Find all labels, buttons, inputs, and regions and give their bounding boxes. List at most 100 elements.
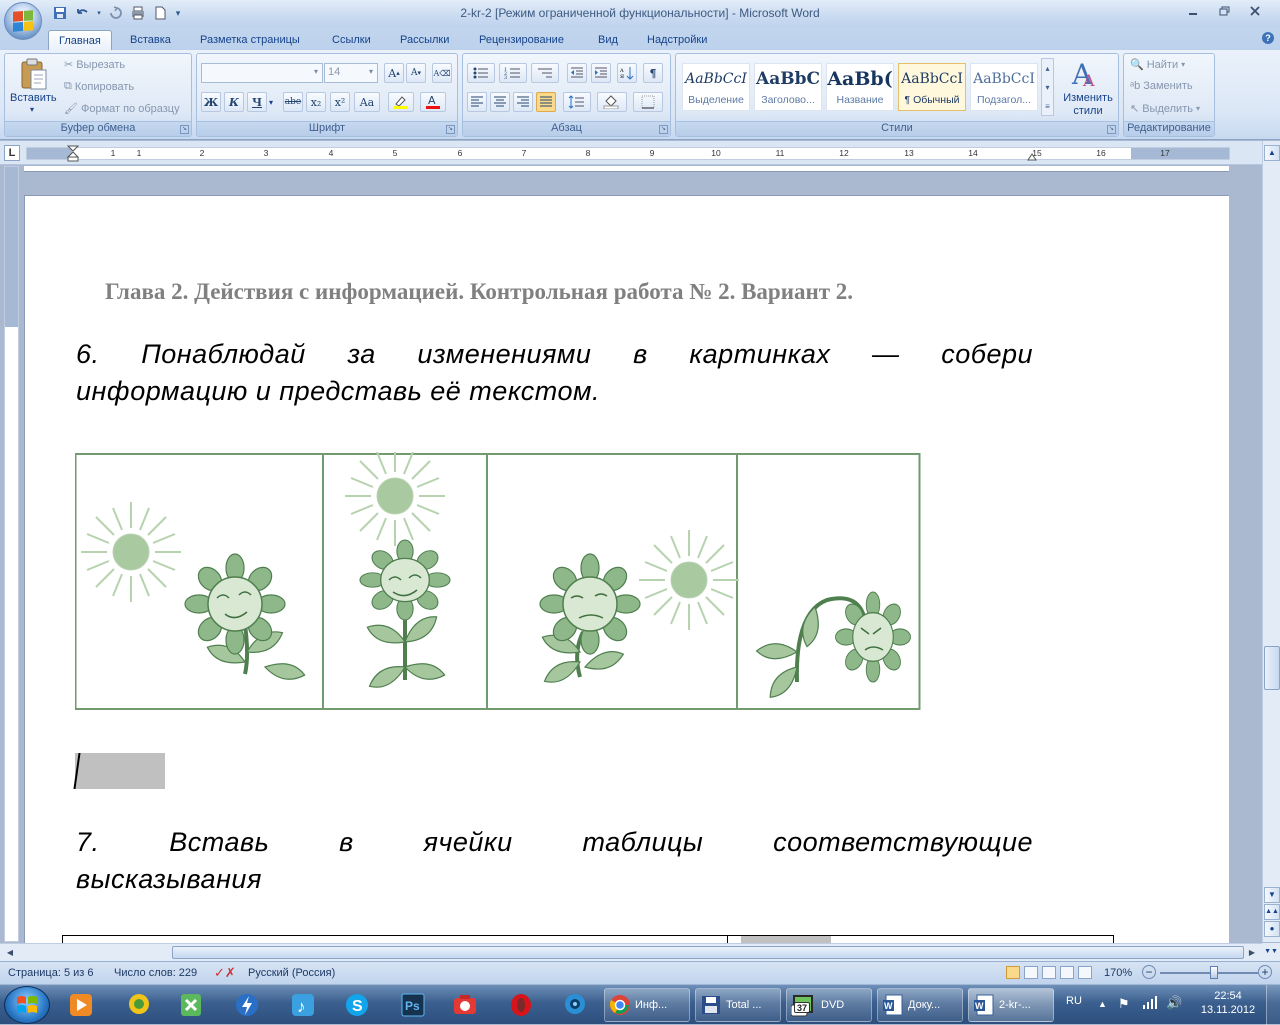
print-layout-view-icon[interactable]: [1006, 966, 1020, 979]
zoom-out-icon[interactable]: −: [1142, 965, 1156, 979]
scroll-up-icon[interactable]: ▲: [1264, 145, 1280, 161]
close-button[interactable]: [1240, 2, 1270, 20]
show-formatting-marks-icon[interactable]: ¶: [643, 63, 663, 83]
language-indicator[interactable]: Русский (Россия): [248, 967, 335, 979]
clock[interactable]: 22:54 13.11.2012: [1198, 989, 1258, 1017]
change-styles-button[interactable]: A A Изменить стили: [1058, 56, 1116, 120]
style-subtitle[interactable]: AaBbCcI Подзагол...: [970, 63, 1038, 111]
right-indent-marker-icon[interactable]: [1027, 153, 1037, 161]
proofing-icon[interactable]: ✓✗: [214, 965, 236, 981]
style-normal[interactable]: AaBbCcI ¶ Обычный: [898, 63, 966, 111]
taskbar-total-commander[interactable]: Total ...: [695, 988, 781, 1022]
start-button[interactable]: [4, 986, 50, 1024]
previous-page-icon[interactable]: ▲▲: [1264, 904, 1280, 920]
ms-office-icon[interactable]: [172, 988, 210, 1022]
style-title[interactable]: AaBb( Название: [826, 63, 894, 111]
tab-page-layout[interactable]: Разметка страницы: [190, 30, 310, 50]
scroll-left-icon[interactable]: ◀: [2, 945, 18, 960]
cut-button[interactable]: ✂ Вырезать: [64, 58, 125, 72]
scroll-down-icon[interactable]: ▼: [1264, 887, 1280, 903]
page-indicator[interactable]: Страница: 5 из 6: [8, 967, 94, 979]
font-color-icon[interactable]: A: [420, 92, 446, 112]
camera-app-icon[interactable]: [446, 988, 484, 1022]
numbering-icon[interactable]: 123: [499, 63, 527, 83]
sort-icon[interactable]: AЯ: [617, 63, 637, 83]
taskbar-word-doc[interactable]: W Доку...: [877, 988, 963, 1022]
paragraph-dialog-launcher[interactable]: ↘: [659, 125, 668, 134]
copy-button[interactable]: ⧉ Копировать: [64, 80, 134, 93]
clipboard-dialog-launcher[interactable]: ↘: [180, 125, 189, 134]
tab-mailings[interactable]: Рассылки: [390, 30, 459, 50]
font-name-dropdown-icon[interactable]: ▾: [314, 67, 318, 76]
minimize-button[interactable]: [1178, 2, 1208, 20]
network-icon[interactable]: [1142, 996, 1158, 1013]
font-dialog-launcher[interactable]: ↘: [446, 125, 455, 134]
font-size-dropdown-icon[interactable]: ▾: [369, 67, 373, 76]
bold-button[interactable]: Ж: [201, 92, 221, 112]
scroll-right-icon[interactable]: ▶: [1244, 945, 1260, 960]
zoom-in-icon[interactable]: +: [1258, 965, 1272, 979]
styles-dialog-launcher[interactable]: ↘: [1107, 125, 1116, 134]
volume-icon[interactable]: 🔊: [1166, 995, 1182, 1011]
zoom-slider-thumb[interactable]: [1210, 966, 1218, 979]
taskbar-chrome[interactable]: Инф...: [604, 988, 690, 1022]
highlight-icon[interactable]: [388, 92, 414, 112]
italic-button[interactable]: К: [224, 92, 244, 112]
web-layout-icon[interactable]: [1042, 966, 1056, 979]
bullets-icon[interactable]: [467, 63, 495, 83]
vertical-ruler[interactable]: [4, 166, 19, 942]
scroll-thumb[interactable]: [1264, 646, 1280, 690]
hscroll-thumb[interactable]: [172, 946, 1244, 959]
draft-view-icon[interactable]: [1078, 966, 1092, 979]
opera-icon[interactable]: [502, 988, 540, 1022]
indent-marker-icon[interactable]: [67, 145, 79, 163]
help-icon[interactable]: ?: [1262, 32, 1274, 44]
justify-icon[interactable]: [536, 92, 556, 112]
tab-view[interactable]: Вид: [588, 30, 628, 50]
document-page[interactable]: Глава 2. Действия с информацией. Контрол…: [24, 195, 1229, 966]
line-spacing-icon[interactable]: [563, 92, 591, 112]
tab-insert[interactable]: Вставка: [120, 30, 181, 50]
shading-icon[interactable]: [597, 92, 627, 112]
flash-icon[interactable]: [228, 988, 266, 1022]
multilevel-list-icon[interactable]: [531, 63, 559, 83]
messenger-icon[interactable]: [120, 988, 158, 1022]
show-desktop-button[interactable]: [1266, 985, 1280, 1025]
align-left-icon[interactable]: [467, 92, 487, 112]
tab-home[interactable]: Главная: [48, 30, 112, 50]
input-language[interactable]: RU: [1066, 995, 1082, 1007]
office-button[interactable]: [4, 2, 42, 40]
webcam-icon[interactable]: [556, 988, 594, 1022]
decrease-indent-icon[interactable]: [567, 63, 587, 83]
borders-icon[interactable]: [633, 92, 663, 112]
underline-button[interactable]: Ч: [247, 92, 267, 112]
horizontal-scrollbar[interactable]: ◀ ▶: [0, 943, 1262, 961]
word-count[interactable]: Число слов: 229: [114, 967, 197, 979]
tab-references[interactable]: Ссылки: [322, 30, 381, 50]
align-center-icon[interactable]: [490, 92, 510, 112]
zoom-level[interactable]: 170%: [1104, 967, 1132, 979]
horizontal-ruler[interactable]: 1 1 2 3 4 5 6 7 8 9 10 11 12 13 14 15 16…: [26, 145, 1230, 163]
vertical-scrollbar[interactable]: ▲ ▼ ▲▲ ●: [1262, 141, 1280, 942]
restore-button[interactable]: [1210, 2, 1240, 20]
tab-addins[interactable]: Надстройки: [637, 30, 717, 50]
change-case-button[interactable]: Aa: [354, 92, 380, 112]
find-button[interactable]: 🔍 Найти ▾: [1130, 58, 1185, 72]
paste-button[interactable]: Вставить ▾: [8, 56, 60, 118]
format-painter-button[interactable]: 🖌 Формат по образцу: [64, 102, 180, 116]
replace-button[interactable]: ᵃb Заменить: [1130, 80, 1193, 92]
taskbar-word-active[interactable]: W 2-kr-...: [968, 988, 1054, 1022]
show-hidden-icons[interactable]: ▲: [1098, 999, 1107, 1009]
photoshop-icon[interactable]: Ps: [394, 988, 432, 1022]
select-browse-object-icon[interactable]: ●: [1264, 921, 1280, 937]
selected-placeholder[interactable]: [75, 753, 165, 789]
subscript-button[interactable]: x₂: [306, 92, 326, 112]
superscript-button[interactable]: x²: [330, 92, 350, 112]
skype-icon[interactable]: S: [338, 988, 376, 1022]
styles-gallery-scroll[interactable]: ▴ ▾ ≡: [1041, 58, 1054, 116]
style-heading[interactable]: AaBbC Заголово...: [754, 63, 822, 111]
strikethrough-button[interactable]: abe: [283, 92, 303, 112]
align-right-icon[interactable]: [513, 92, 533, 112]
shrink-font-icon[interactable]: A ▾: [406, 63, 426, 83]
sunflower-picture[interactable]: [75, 452, 921, 712]
